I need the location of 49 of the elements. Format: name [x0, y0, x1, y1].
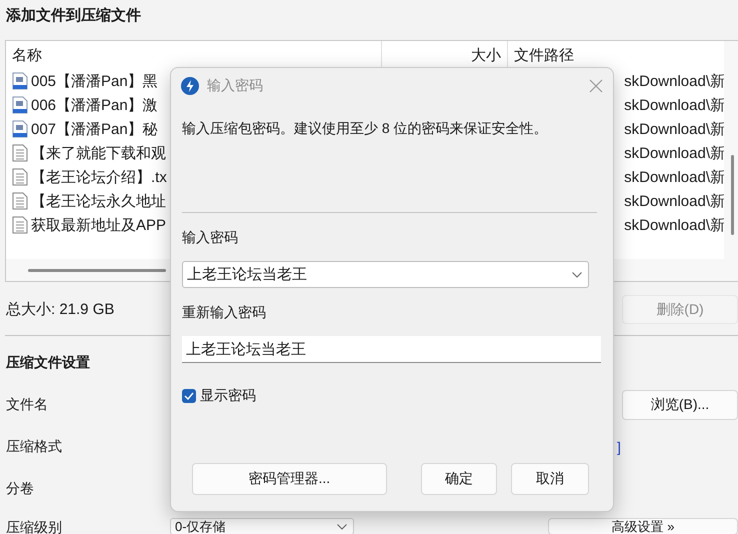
dialog-button[interactable]: 密码管理器... — [192, 463, 387, 495]
file-path: skDownload\新 — [624, 120, 725, 138]
video-file-icon — [12, 72, 28, 90]
checkbox-label[interactable]: 显示密码 — [200, 387, 256, 405]
close-icon[interactable] — [589, 79, 603, 93]
file-name[interactable]: 【老王论坛介绍】.tx — [31, 168, 167, 186]
dialog-description: 输入压缩包密码。建议使用至少 8 位的密码来保证安全性。 — [182, 120, 549, 138]
file-name[interactable]: 【老王论坛永久地址 — [31, 192, 166, 210]
field-label: 输入密码 — [182, 229, 239, 247]
app-logo-icon — [181, 77, 199, 95]
total-size: 总大小: 21.9 GB — [6, 300, 114, 319]
text-file-icon — [12, 216, 28, 234]
password-combo-field[interactable]: 上老王论坛当老王 — [182, 261, 589, 288]
setting-label: 分卷 — [6, 480, 35, 498]
horizontal-scrollbar[interactable] — [28, 269, 166, 272]
chevron-down-icon — [337, 524, 347, 530]
section-heading: 压缩文件设置 — [6, 354, 91, 372]
file-name[interactable]: 【来了就能下载和观 — [31, 144, 166, 162]
file-name[interactable]: 007【潘潘Pan】秘 — [31, 120, 158, 138]
file-path: skDownload\新 — [624, 96, 725, 114]
compression-level-dropdown[interactable]: 0-仅存储 — [170, 518, 354, 534]
dialog-button[interactable]: 取消 — [510, 463, 589, 495]
text-file-icon — [12, 144, 28, 162]
file-name[interactable]: 获取最新地址及APP — [31, 216, 166, 234]
window-title: 添加文件到压缩文件 — [5, 6, 142, 26]
file-path: skDownload\新 — [624, 192, 725, 210]
file-path: skDownload\新 — [624, 168, 725, 186]
text-file-icon — [12, 168, 28, 186]
browse-button[interactable]: 浏览(B)... — [622, 390, 738, 420]
setting-label: 压缩级别 — [6, 519, 63, 534]
field-label: 重新输入密码 — [182, 304, 267, 322]
setting-label: 文件名 — [6, 396, 49, 414]
chevron-down-icon — [572, 272, 582, 278]
file-path: skDownload\新 — [624, 216, 725, 234]
video-file-icon — [12, 96, 28, 114]
checkbox[interactable] — [182, 389, 196, 403]
file-name[interactable]: 006【潘潘Pan】激 — [31, 96, 158, 114]
video-file-icon — [12, 120, 28, 138]
link[interactable]: ] — [617, 439, 621, 455]
dialog-button[interactable]: 确定 — [420, 463, 497, 495]
vertical-scrollbar[interactable] — [724, 41, 738, 281]
setting-label: 压缩格式 — [6, 438, 63, 456]
dialog-title: 输入密码 — [207, 77, 264, 95]
file-path: skDownload\新 — [624, 72, 725, 90]
file-path: skDownload\新 — [624, 144, 725, 162]
text-file-icon — [12, 192, 28, 210]
advanced-settings-button[interactable]: 高级设置 » — [548, 518, 738, 534]
confirm-password-field[interactable]: 上老王论坛当老王 — [182, 336, 601, 363]
file-name[interactable]: 005【潘潘Pan】黑 — [31, 72, 158, 90]
